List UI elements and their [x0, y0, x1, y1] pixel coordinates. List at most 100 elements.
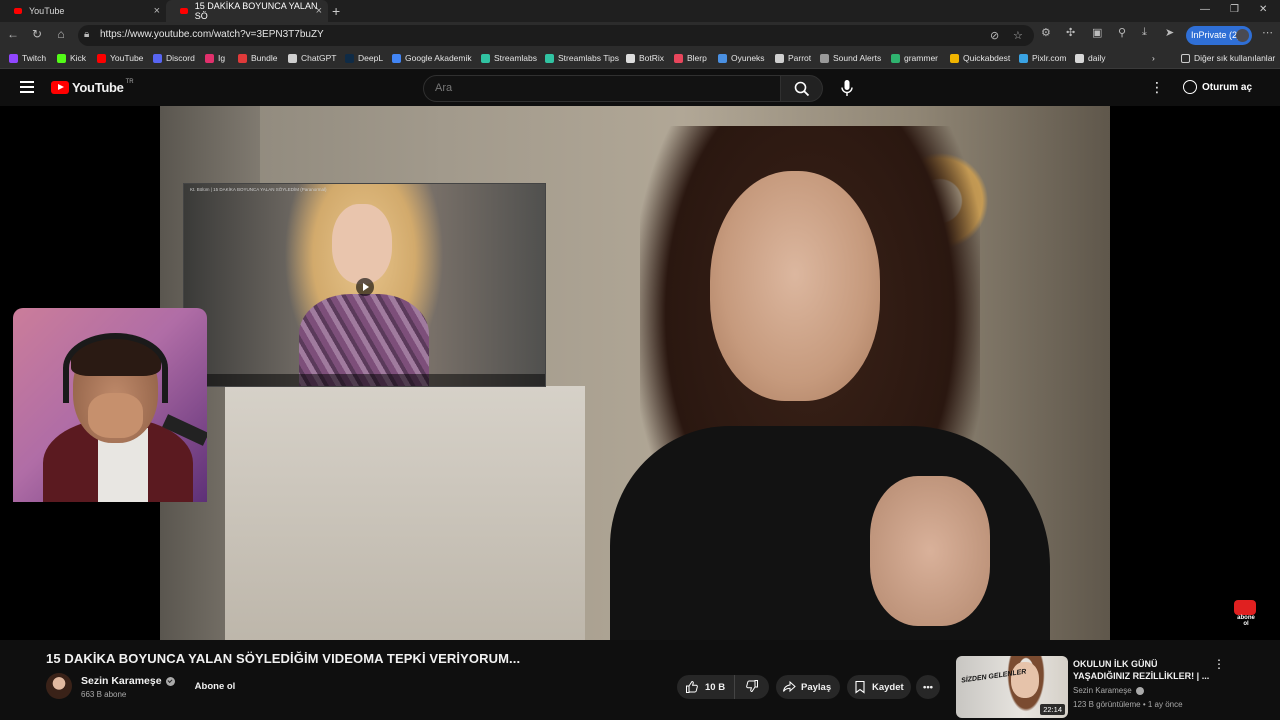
presenter-figure: [580, 126, 1050, 640]
address-bar[interactable]: 🔒︎ https://www.youtube.com/watch?v=3EPN3…: [78, 25, 1034, 46]
dislike-button[interactable]: [735, 679, 769, 696]
send-icon[interactable]: ➤: [1165, 26, 1174, 39]
bookmark-label: Parrot: [788, 53, 812, 63]
sign-in-button[interactable]: Oturum aç: [1183, 80, 1252, 94]
bookmark-blerp[interactable]: Blerp: [674, 53, 707, 63]
folder-icon: [1075, 53, 1084, 63]
bookmark-botrix[interactable]: BotRix: [626, 53, 664, 63]
share-arrow-icon: [783, 680, 796, 693]
bookmark-label: Discord: [166, 53, 195, 63]
search-button[interactable]: [781, 75, 823, 102]
video-player[interactable]: Kt. Bölüm | 15 DAKİKA BOYUNCA YALAN SÖYL…: [0, 106, 1280, 640]
bookmark-pixlr[interactable]: Pixlr.com: [1019, 53, 1066, 63]
subscriber-count: 663 B abone: [81, 690, 127, 699]
puzzle-icon[interactable]: ✣: [1066, 26, 1075, 39]
bookmark-grammer[interactable]: grammer: [891, 53, 938, 63]
sound-alerts-icon: [820, 53, 829, 63]
recommended-channel-name[interactable]: Sezin Karameşe: [1073, 686, 1144, 695]
deepl-icon: [345, 53, 354, 63]
verified-check-icon: [165, 676, 175, 686]
bookmark-label: Sound Alerts: [833, 53, 882, 63]
favorite-star-icon[interactable]: ☆: [1013, 29, 1023, 42]
close-window-icon[interactable]: ✕: [1259, 4, 1267, 15]
bookmark-streamlabs-tips[interactable]: Streamlabs Tips: [545, 53, 619, 63]
bookmark-sound-alerts[interactable]: Sound Alerts: [820, 53, 881, 63]
home-icon[interactable]: ⌂: [53, 27, 69, 41]
subscribe-button[interactable]: Abone ol: [186, 674, 244, 698]
bookmark-streamlabs[interactable]: Streamlabs: [481, 53, 537, 63]
pixlr-icon: [1019, 53, 1028, 63]
extension-icon[interactable]: ⚙: [1041, 26, 1051, 39]
download-icon[interactable]: ⤓: [1142, 26, 1147, 39]
back-icon[interactable]: ←: [5, 27, 21, 41]
bookmark-ig[interactable]: Ig: [205, 53, 225, 63]
bookmark-bundle[interactable]: Bundle: [238, 53, 277, 63]
menu-hamburger-icon[interactable]: [20, 81, 34, 93]
share-button[interactable]: Paylaş: [776, 675, 840, 699]
bookmark-daily[interactable]: daily: [1075, 53, 1105, 63]
channel-name-link[interactable]: Sezin Karameşe: [81, 675, 175, 687]
bookmarks-overflow-chevron-icon[interactable]: ›: [1152, 53, 1155, 63]
sign-in-label: Oturum aç: [1202, 81, 1253, 93]
voice-search-button[interactable]: [836, 77, 858, 99]
subscribe-watermark-text: abone ol: [1237, 615, 1255, 627]
bookmark-label: Pixlr.com: [1032, 53, 1067, 63]
streamlabs-icon: [545, 53, 554, 63]
bookmark-kick[interactable]: Kick: [57, 53, 86, 63]
split-screen-icon[interactable]: ▣: [1092, 26, 1102, 39]
youtube-favicon-icon: [14, 8, 22, 14]
recommended-video-title[interactable]: OKULUN İLK GÜNÜ YAŞADIĞINIZ REZİLLİKLER!…: [1073, 658, 1213, 682]
bookmark-chatgpt[interactable]: ChatGPT: [288, 53, 336, 63]
twitch-icon: [9, 53, 18, 63]
bookmark-parrot[interactable]: Parrot: [775, 53, 811, 63]
recommended-video-kebab-icon[interactable]: ⋮: [1213, 657, 1225, 671]
browser-tab-youtube[interactable]: YouTube ×: [0, 0, 166, 22]
refresh-icon[interactable]: ↻: [29, 27, 45, 41]
bookmark-oyuneks[interactable]: Oyuneks: [718, 53, 765, 63]
like-count: 10 B: [705, 681, 726, 693]
bookmarks-bar: Twitch Kick YouTube Discord Ig Bundle Ch…: [0, 49, 1280, 69]
microphone-icon: [841, 80, 853, 96]
folder-icon: [1181, 53, 1190, 63]
bookmark-other-folder[interactable]: Diğer sık kullanılanlar: [1181, 53, 1275, 63]
video-duration: 22:14: [1040, 704, 1065, 715]
browser-tab-active[interactable]: 15 DAKİKA BOYUNCA YALAN SÖ ×: [166, 0, 328, 22]
bookmark-label: Twitch: [22, 53, 47, 63]
settings-kebab-icon[interactable]: ⋮: [1150, 79, 1164, 96]
oyuneks-icon: [718, 53, 727, 63]
youtube-header: YouTube TR Ara ⋮ Oturum aç: [0, 70, 1280, 106]
bookmark-discord[interactable]: Discord: [153, 53, 195, 63]
youtube-logo[interactable]: YouTube TR: [51, 79, 134, 95]
bookmark-quickabdest[interactable]: Quickabdest: [950, 53, 1010, 63]
tab-label: YouTube: [29, 6, 65, 16]
save-button[interactable]: Kaydet: [847, 675, 911, 699]
bookmark-deepl[interactable]: DeepL: [345, 53, 383, 63]
restore-icon[interactable]: ❐: [1230, 4, 1239, 15]
collections-icon[interactable]: ⚲: [1118, 26, 1126, 39]
search-input[interactable]: Ara: [423, 75, 781, 102]
new-tab-icon[interactable]: +: [332, 3, 340, 19]
minimize-icon[interactable]: —: [1200, 4, 1210, 15]
bookmark-twitch[interactable]: Twitch: [9, 53, 46, 63]
subscribe-watermark[interactable]: abone ol: [1234, 600, 1258, 627]
channel-name: Sezin Karameşe: [81, 675, 162, 687]
instagram-icon: [205, 53, 214, 63]
blerp-icon: [674, 53, 683, 63]
close-tab-icon[interactable]: ×: [154, 5, 160, 17]
streamer-webcam-overlay: [13, 308, 207, 502]
channel-avatar[interactable]: [46, 673, 72, 699]
settings-more-icon[interactable]: ⋯: [1262, 26, 1273, 39]
more-actions-button[interactable]: •••: [916, 675, 940, 699]
tracking-icon[interactable]: ⊘: [990, 29, 999, 42]
recommended-video-thumbnail[interactable]: SİZDEN GELENLER 22:14: [956, 656, 1068, 718]
bookmark-google-akademik[interactable]: Google Akademik: [392, 53, 472, 63]
video-title: 15 DAKİKA BOYUNCA YALAN SÖYLEDİĞİM VIDEO…: [46, 651, 521, 666]
inprivate-badge[interactable]: InPrivate (2): [1186, 26, 1252, 45]
bookmark-youtube[interactable]: YouTube: [97, 53, 143, 63]
recommended-video-meta: 123 B görüntüleme • 1 ay önce: [1073, 700, 1183, 709]
like-button[interactable]: 10 B: [677, 675, 735, 699]
verified-check-icon: [1135, 686, 1144, 695]
close-tab-icon[interactable]: ×: [316, 5, 322, 17]
bundle-icon: [238, 53, 247, 63]
youtube-icon: [97, 53, 106, 63]
